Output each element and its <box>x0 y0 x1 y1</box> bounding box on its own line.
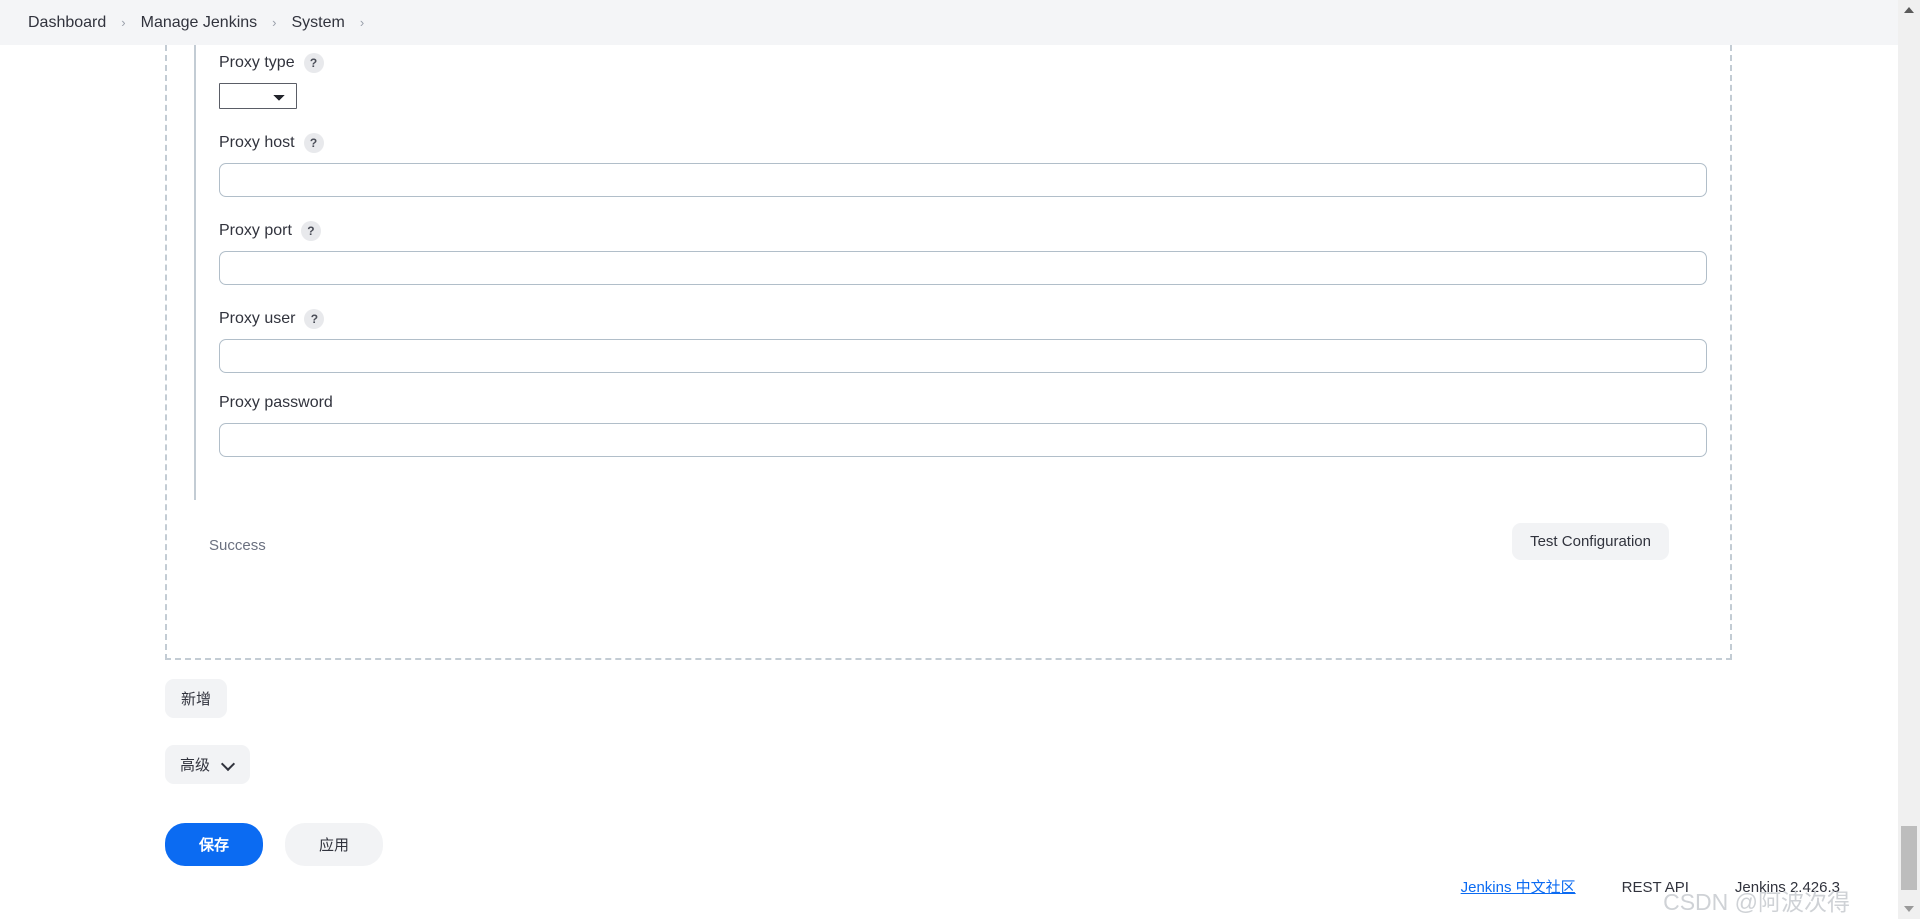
proxy-password-label: Proxy password <box>219 394 333 411</box>
scroll-down-arrow-icon[interactable] <box>1898 899 1920 919</box>
apply-button[interactable]: 应用 <box>285 823 384 866</box>
breadcrumb-bar: Dashboard › Manage Jenkins › System › <box>0 0 1898 45</box>
chevron-down-icon <box>222 758 235 771</box>
proxy-port-label: Proxy port <box>219 222 292 239</box>
proxy-port-input[interactable] <box>219 251 1707 285</box>
field-proxy-type: Proxy type ? <box>219 53 1704 109</box>
help-icon[interactable]: ? <box>303 53 324 73</box>
breadcrumb-item-dashboard[interactable]: Dashboard <box>22 11 112 35</box>
help-icon[interactable]: ? <box>304 309 325 329</box>
proxy-host-input[interactable] <box>219 163 1707 197</box>
chevron-right-icon: › <box>272 15 277 30</box>
breadcrumb-item-manage-jenkins[interactable]: Manage Jenkins <box>135 11 264 35</box>
test-configuration-button[interactable]: Test Configuration <box>1512 523 1669 560</box>
advanced-label: 高级 <box>180 757 211 774</box>
chevron-right-icon: › <box>121 15 126 30</box>
proxy-host-label: Proxy host <box>219 134 295 151</box>
breadcrumb-item-system[interactable]: System <box>285 11 350 35</box>
jenkins-community-link[interactable]: Jenkins 中文社区 <box>1461 876 1576 897</box>
validation-row: Success Test Configuration <box>194 523 1704 583</box>
system-config-page: Proxy type ? Proxy host ? Proxy port ? P… <box>0 45 1898 919</box>
proxy-type-label: Proxy type <box>219 54 295 71</box>
chevron-right-icon: › <box>359 15 365 30</box>
field-label-row: Proxy port ? <box>219 221 1704 241</box>
field-proxy-user: Proxy user ? <box>219 309 1707 373</box>
proxy-user-input[interactable] <box>219 339 1707 373</box>
scrollbar-thumb[interactable] <box>1901 826 1917 890</box>
field-label-row: Proxy password <box>219 393 1704 413</box>
proxy-fields-section: Proxy type ? Proxy host ? Proxy port ? P… <box>194 45 1707 500</box>
validation-status-text: Success <box>209 537 266 554</box>
proxy-type-select[interactable] <box>219 83 297 109</box>
save-button[interactable]: 保存 <box>165 823 264 866</box>
breadcrumb: Dashboard › Manage Jenkins › System › <box>22 11 373 35</box>
jenkins-version-label: Jenkins 2.426.3 <box>1734 879 1840 896</box>
help-icon[interactable]: ? <box>300 221 321 241</box>
add-button[interactable]: 新增 <box>165 679 228 718</box>
page-footer: Jenkins 中文社区 REST API Jenkins 2.426.3 <box>1461 876 1840 897</box>
field-proxy-host: Proxy host ? <box>219 133 1707 197</box>
vertical-scrollbar[interactable] <box>1898 0 1920 919</box>
field-label-row: Proxy type ? <box>219 53 1704 73</box>
rest-api-link[interactable]: REST API <box>1622 879 1689 896</box>
field-label-row: Proxy user ? <box>219 309 1704 329</box>
field-proxy-port: Proxy port ? <box>219 221 1707 285</box>
proxy-user-label: Proxy user <box>219 310 296 327</box>
proxy-config-block: Proxy type ? Proxy host ? Proxy port ? P… <box>165 45 1732 660</box>
submit-actions: 保存 应用 <box>165 823 384 866</box>
field-proxy-password: Proxy password <box>219 393 1707 457</box>
advanced-toggle-button[interactable]: 高级 <box>165 745 251 784</box>
scroll-up-arrow-icon[interactable] <box>1898 0 1920 20</box>
help-icon[interactable]: ? <box>303 133 324 153</box>
proxy-password-input[interactable] <box>219 423 1707 457</box>
field-label-row: Proxy host ? <box>219 133 1704 153</box>
